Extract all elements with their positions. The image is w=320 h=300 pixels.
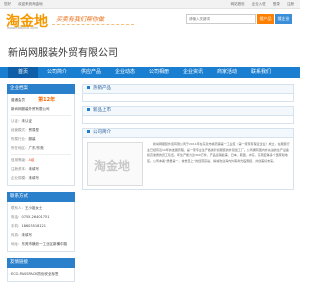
biz-model-label: 经营模式： (11, 128, 29, 132)
search-companies-button[interactable]: 搜企业 (275, 14, 292, 24)
topbar-link-join[interactable]: 企业入驻 (252, 2, 266, 6)
scale-row: 企业规模：未填写 (11, 174, 71, 183)
credit-row: 信用等级：A级 (11, 156, 71, 165)
profile-company-name[interactable]: 新尚网服装外贸有限公司 (11, 107, 50, 111)
friend-links-body: ECO-PASSPACK防伪安全标签 (7, 268, 75, 282)
topbar-greeting: 您好 (4, 2, 11, 6)
search-input[interactable] (186, 14, 256, 24)
top-bar: 您好 欢迎来到淘金地 网站首页 企业入驻 登录 注册 (0, 0, 300, 9)
region-row: 所在地区：广东/东莞 (11, 144, 71, 153)
biz-model-value: 贸易型 (28, 128, 40, 132)
divider (11, 115, 71, 116)
fax-row: 传真：未填写 (11, 231, 71, 240)
member-years: 第12年 (38, 97, 56, 103)
about-text: 新尚网服装外贸有限公司于2011年在东莞市横沥镇第一工业区（第一家家有保证企业）… (147, 142, 290, 163)
industry-row: 所属行业：服装 (11, 135, 71, 144)
sidebar: 企业档案 普通会员 第12年 新尚网服装外贸有限公司 认证：未认证 经营模式：贸… (7, 84, 75, 282)
address-value: 东莞市横沥一工业区新横中路 (21, 242, 68, 246)
nav-item-info[interactable]: 企业资讯 (178, 67, 208, 78)
contact-person-label: 联系人： (11, 206, 25, 210)
biz-model-row: 经营模式：贸易型 (11, 126, 71, 135)
auth-row: 认证：未认证 (11, 117, 71, 126)
phone-value: 0755-26401751 (21, 215, 50, 219)
region-value: 广东/东莞 (28, 146, 44, 150)
about-body: 淘金地 新尚网服装外贸有限公司于2011年在东莞市横沥镇第一工业区（第一家家有保… (82, 138, 294, 190)
search-products-button[interactable]: 搜产品 (257, 14, 274, 24)
new-products-body (82, 116, 294, 124)
nav-item-news[interactable]: 企业动态 (110, 67, 140, 78)
reg-capital-value: 未填写 (28, 167, 40, 171)
scale-label: 企业规模： (11, 176, 29, 180)
site-logo[interactable]: 淘金地 www.taojindi.com (6, 11, 52, 33)
logo-url: www.taojindi.com (7, 26, 38, 30)
new-products-title: 新品上市 (93, 108, 111, 113)
hot-products-head: 热销产品 (82, 84, 294, 94)
bullet-icon (87, 130, 90, 133)
nav-item-products[interactable]: 供应产品 (76, 67, 106, 78)
auth-value: 未认证 (21, 119, 33, 123)
reg-capital-label: 注册资本： (11, 167, 29, 171)
contact-panel-body: 联系人：王小姐女士 电话：0755-26401751 手机：1860351812… (7, 202, 75, 252)
new-products-head: 新品上市 (82, 106, 294, 116)
address-row: 地址：东莞市横沥一工业区新横中路 (11, 240, 71, 249)
credit-label: 信用等级： (11, 158, 29, 162)
profile-panel-head: 企业档案 (7, 84, 75, 94)
friend-link-item: ECO-PASSPACK防伪安全标签 (11, 270, 71, 279)
fax-label: 传真： (11, 233, 22, 237)
reg-capital-row: 注册资本：未填写 (11, 165, 71, 174)
bullet-icon (87, 86, 90, 89)
industry-value: 服装 (28, 137, 36, 141)
credit-value: A级 (28, 158, 35, 162)
topbar-left: 您好 欢迎来到淘金地 (4, 0, 49, 9)
site-slogan: 买卖有我们帮你做 (56, 16, 105, 23)
mobile-value: 18603518121 (21, 224, 47, 228)
region-label: 所在地区： (11, 146, 29, 150)
main-nav: 首页 公司简介 供应产品 企业动态 公司相册 企业资讯 商家活动 联系我们 (0, 67, 300, 78)
fax-value: 未填写 (21, 233, 33, 237)
auth-label: 认证： (11, 119, 22, 123)
company-title: 新尚网服装外贸有限公司 (8, 48, 118, 59)
profile-company-row: 新尚网服装外贸有限公司 (11, 105, 71, 114)
address-label: 地址： (11, 242, 22, 246)
mobile-row: 手机：18603518121 (11, 222, 71, 231)
placeholder-logo-mark: 淘金地 (94, 159, 131, 173)
topbar-link-home[interactable]: 网站首页 (231, 2, 245, 6)
nav-item-album[interactable]: 公司相册 (144, 67, 174, 78)
nav-item-contact[interactable]: 联系我们 (246, 67, 276, 78)
phone-row: 电话：0755-26401751 (11, 213, 71, 222)
divider (11, 154, 71, 155)
bullet-icon (87, 108, 90, 111)
friend-link[interactable]: ECO-PASSPACK防伪安全标签 (11, 272, 58, 276)
friend-links-head: 友情链接 (7, 258, 75, 268)
contact-person-row: 联系人：王小姐女士 (11, 204, 71, 213)
about-head: 公司简介 (82, 128, 294, 138)
hot-products-title: 热销产品 (93, 86, 111, 91)
search-bar: 搜产品 搜企业 (186, 14, 292, 24)
member-level-row: 普通会员 第12年 (11, 96, 71, 105)
profile-panel-body: 普通会员 第12年 新尚网服装外贸有限公司 认证：未认证 经营模式：贸易型 所属… (7, 94, 75, 186)
company-image: 淘金地 (87, 142, 143, 186)
nav-item-events[interactable]: 商家活动 (212, 67, 242, 78)
topbar-link-register[interactable]: 注册 (287, 2, 294, 6)
contact-panel-head: 联系方式 (7, 192, 75, 202)
topbar-link-login[interactable]: 登录 (273, 2, 280, 6)
topbar-right: 网站首页 企业入驻 登录 注册 (225, 0, 294, 9)
main-content: 热销产品 新品上市 公司简介 淘金地 新尚网服装外贸有限公司于2011年在东莞市… (82, 84, 294, 190)
about-title: 公司简介 (93, 130, 111, 135)
scale-value: 未填写 (28, 176, 40, 180)
member-level: 普通会员 (11, 98, 25, 102)
industry-label: 所属行业： (11, 137, 29, 141)
nav-item-about[interactable]: 公司简介 (42, 67, 72, 78)
nav-item-home[interactable]: 首页 (8, 67, 38, 78)
hot-products-body (82, 94, 294, 102)
contact-person-value: 王小姐女士 (25, 206, 43, 210)
mobile-label: 手机： (11, 224, 22, 228)
phone-label: 电话： (11, 215, 22, 219)
topbar-welcome: 欢迎来到淘金地 (18, 2, 43, 6)
